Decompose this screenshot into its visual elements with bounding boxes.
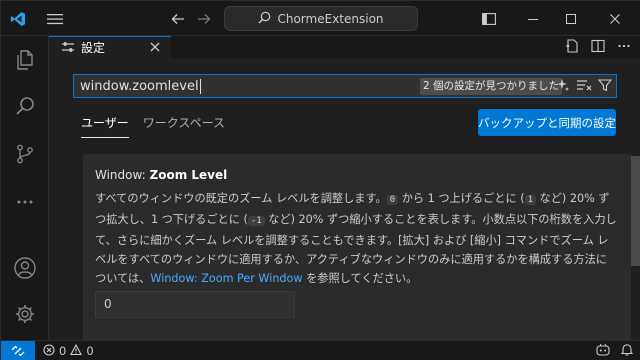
- setting-category: Window:: [95, 168, 150, 182]
- notifications-bell-icon[interactable]: [620, 343, 634, 359]
- status-bar-right: [595, 341, 634, 360]
- text-caret: [199, 78, 201, 94]
- manage-gear-icon[interactable]: [1, 292, 49, 336]
- setting-name: Zoom Level: [149, 168, 228, 182]
- warning-icon: [70, 343, 83, 359]
- accounts-icon[interactable]: [1, 246, 49, 290]
- title-bar: ChormeExtension: [1, 1, 640, 36]
- desc-text-5: を参照してください。: [302, 272, 418, 285]
- editor-actions: [565, 36, 631, 58]
- layout-toggle-icon[interactable]: [476, 1, 502, 36]
- desc-text-2: から 1 つ上げるごとに (: [398, 192, 525, 205]
- problems-indicator[interactable]: 0 0: [43, 341, 94, 360]
- close-tab-icon[interactable]: [149, 41, 161, 56]
- remote-indicator-icon[interactable]: [1, 341, 35, 360]
- search-value: window.zoomlevel: [80, 78, 199, 94]
- desc-text-1: すべてのウィンドウの既定のズーム レベルを調整します。: [95, 192, 387, 205]
- editor-tab-bar: 設定: [49, 36, 640, 58]
- settings-scope-tabs: ユーザー ワークスペース: [81, 114, 225, 138]
- code-one: 1: [524, 195, 536, 205]
- ai-search-sparkle-icon[interactable]: [556, 78, 570, 95]
- error-icon: [43, 343, 55, 359]
- explorer-icon[interactable]: [1, 38, 49, 82]
- editor-scrollbar[interactable]: [631, 156, 640, 266]
- open-settings-json-icon[interactable]: [565, 38, 579, 56]
- setting-title: Window: Zoom Level: [95, 168, 227, 182]
- vscode-logo-icon: [7, 1, 29, 36]
- tab-label: 設定: [81, 41, 106, 55]
- search-view-icon[interactable]: [1, 84, 49, 128]
- tab-user[interactable]: ユーザー: [81, 114, 129, 138]
- source-control-icon[interactable]: [1, 132, 49, 176]
- error-count: 0: [59, 344, 67, 358]
- clear-filter-icon[interactable]: [576, 78, 592, 95]
- menu-icon[interactable]: [43, 1, 67, 36]
- command-center-label: ChormeExtension: [277, 11, 384, 26]
- status-bar: 0 0: [1, 340, 640, 360]
- forward-arrow-icon[interactable]: [193, 1, 215, 36]
- settings-search-input[interactable]: window.zoomlevel 2 個の設定が見つかりました: [73, 74, 617, 98]
- setting-item-zoom-level: Window: Zoom Level すべてのウィンドウの既定のズーム レベルを…: [83, 154, 631, 340]
- settings-tab-icon: [61, 41, 75, 56]
- back-arrow-icon[interactable]: [167, 1, 189, 36]
- search-actions: [556, 77, 613, 96]
- result-count-badge: 2 個の設定が見つかりました: [420, 78, 563, 95]
- command-center[interactable]: ChormeExtension: [224, 6, 418, 31]
- tab-settings[interactable]: 設定: [49, 36, 171, 58]
- maximize-icon[interactable]: [553, 1, 589, 36]
- window-frame: ChormeExtension 設定 window.zoomlevel 2 個の…: [0, 0, 640, 360]
- warning-count: 0: [86, 344, 94, 358]
- zoom-per-window-link[interactable]: Window: Zoom Per Window: [150, 272, 302, 285]
- settings-editor: window.zoomlevel 2 個の設定が見つかりました ユーザー ワーク…: [49, 58, 640, 340]
- backup-sync-button[interactable]: バックアップと同期の設定: [478, 109, 616, 136]
- code-zero: 0: [386, 195, 399, 205]
- setting-description: すべてのウィンドウの既定のズーム レベルを調整します。 0 から 1 つ上げるごと…: [95, 189, 617, 288]
- minimize-icon[interactable]: [515, 1, 551, 36]
- zoom-level-input[interactable]: 0: [95, 291, 295, 318]
- filter-icon[interactable]: [597, 78, 613, 95]
- copilot-icon[interactable]: [595, 343, 611, 360]
- close-window-icon[interactable]: [597, 1, 633, 36]
- split-editor-icon[interactable]: [591, 39, 605, 56]
- activity-bar: [1, 36, 49, 340]
- more-views-icon[interactable]: [1, 180, 49, 224]
- tab-workspace[interactable]: ワークスペース: [143, 114, 225, 138]
- search-icon: [258, 11, 271, 27]
- more-actions-icon[interactable]: [617, 39, 631, 56]
- code-minus-one: -1: [247, 216, 265, 226]
